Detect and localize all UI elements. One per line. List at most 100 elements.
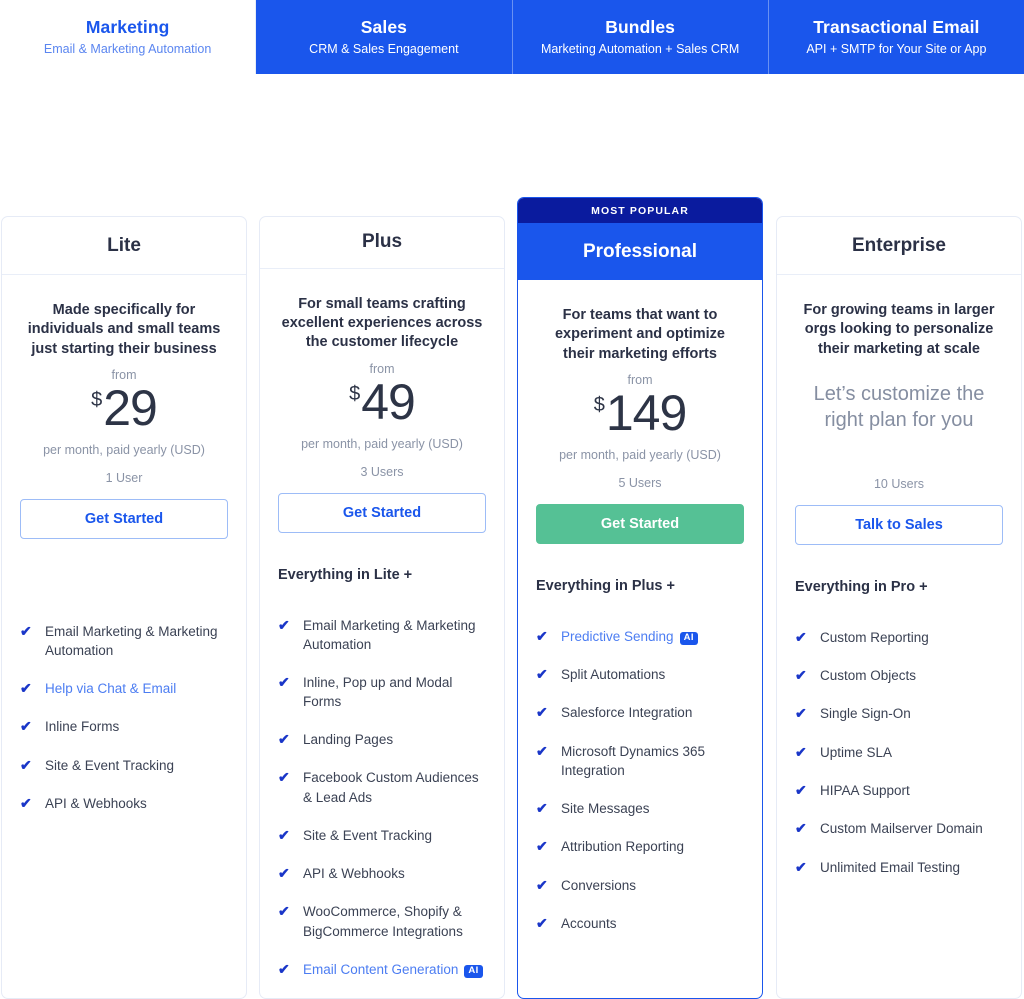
- card-body-enterprise: For growing teams in larger orgs looking…: [777, 275, 1021, 998]
- feature-label: Custom Reporting: [820, 629, 929, 645]
- user-count-enterprise: 10 Users: [873, 476, 925, 491]
- check-icon: ✔: [278, 960, 290, 977]
- feature-item: ✔ Split Automations: [536, 665, 744, 684]
- get-started-button-plus[interactable]: Get Started: [278, 492, 486, 533]
- get-started-button-lite[interactable]: Get Started: [20, 498, 228, 539]
- feature-label: Custom Objects: [820, 668, 917, 684]
- feature-label: HIPAA Support: [820, 783, 910, 799]
- user-count-plus: 3 Users: [360, 464, 404, 479]
- feature-label: Split Automations: [561, 667, 666, 683]
- talk-to-sales-button-enterprise[interactable]: Talk to Sales: [795, 504, 1003, 545]
- card-header-enterprise: Enterprise: [777, 217, 1021, 275]
- feature-label: Salesforce Integration: [561, 705, 693, 721]
- price-lite: $ 29: [20, 383, 228, 435]
- price-note-professional: per month, paid yearly (USD): [559, 447, 721, 462]
- check-icon: ✔: [20, 680, 32, 697]
- check-icon: ✔: [536, 704, 548, 721]
- price-amount-professional: 149: [605, 384, 687, 441]
- feature-label: API & Webhooks: [45, 796, 147, 812]
- check-icon: ✔: [536, 742, 548, 759]
- feature-label: Uptime SLA: [820, 744, 893, 760]
- plan-name-plus: Plus: [361, 231, 403, 253]
- feature-item[interactable]: ✔ Email Content Generation AI: [278, 960, 486, 979]
- custom-price-message-enterprise: Let’s customize the right plan for you: [813, 382, 985, 432]
- check-icon: ✔: [278, 769, 290, 786]
- feature-label: Site & Event Tracking: [303, 827, 433, 843]
- currency-symbol-lite: $: [91, 388, 103, 411]
- card-body-professional: For teams that want to experiment and op…: [518, 280, 762, 998]
- check-icon: ✔: [20, 756, 32, 773]
- check-icon: ✔: [20, 622, 32, 639]
- ai-badge: AI: [464, 964, 483, 979]
- tab-sales-title: Sales: [360, 17, 407, 38]
- check-icon: ✔: [278, 616, 290, 633]
- plan-tagline-professional: For teams that want to experiment and op…: [554, 307, 725, 362]
- feature-item[interactable]: ✔ Help via Chat & Email: [20, 679, 228, 698]
- feature-label: Facebook Custom Audiences & Lead Ads: [303, 770, 479, 805]
- check-icon: ✔: [536, 876, 548, 893]
- feature-item: ✔ API & Webhooks: [20, 794, 228, 813]
- feature-label: Landing Pages: [303, 732, 394, 748]
- check-icon: ✔: [795, 743, 807, 760]
- feature-item: ✔ Custom Reporting: [795, 628, 1003, 647]
- currency-symbol-professional: $: [593, 393, 605, 416]
- feature-label: Microsoft Dynamics 365 Integration: [561, 743, 706, 778]
- feature-label: Attribution Reporting: [561, 839, 685, 855]
- everything-in-professional: Everything in Plus +: [536, 577, 675, 594]
- tab-transactional-email-subtitle: API + SMTP for Your Site or App: [806, 41, 987, 56]
- feature-item: ✔ Inline, Pop up and Modal Forms: [278, 673, 486, 711]
- tab-marketing[interactable]: Marketing Email & Marketing Automation: [0, 0, 257, 74]
- price-professional: $ 149: [536, 388, 744, 440]
- feature-item: ✔ Attribution Reporting: [536, 837, 744, 856]
- feature-label: Email Marketing & Marketing Automation: [303, 617, 476, 652]
- feature-list-enterprise: ✔ Custom Reporting ✔ Custom Objects ✔ Single …: [795, 628, 1003, 896]
- check-icon: ✔: [795, 858, 807, 875]
- feature-label: Single Sign-On: [820, 706, 911, 722]
- plan-tagline-enterprise: For growing teams in larger orgs looking…: [803, 302, 995, 357]
- feature-list-professional: ✔ Predictive Sending AI ✔ Split Automations ✔…: [536, 627, 744, 953]
- feature-item: ✔ Conversions: [536, 876, 744, 895]
- feature-item: ✔ WooCommerce, Shopify & BigCommerce Inte…: [278, 902, 486, 940]
- feature-item: ✔ Landing Pages: [278, 730, 486, 749]
- check-icon: ✔: [536, 838, 548, 855]
- pricing-card-grid: Lite Made specifically for individuals a…: [0, 74, 1024, 999]
- feature-item: ✔ Custom Objects: [795, 666, 1003, 685]
- feature-item: ✔ Accounts: [536, 914, 744, 933]
- check-icon: ✔: [278, 826, 290, 843]
- tab-transactional-email-title: Transactional Email: [813, 17, 980, 38]
- user-count-professional: 5 Users: [618, 475, 662, 490]
- feature-item: ✔ Custom Mailserver Domain: [795, 819, 1003, 838]
- pricing-card-professional: MOST POPULAR Professional For teams that…: [517, 197, 763, 999]
- card-header-professional: Professional: [518, 223, 762, 280]
- currency-symbol-plus: $: [349, 382, 361, 405]
- feature-item: ✔ Unlimited Email Testing: [795, 858, 1003, 877]
- get-started-button-professional[interactable]: Get Started: [536, 503, 744, 544]
- feature-item: ✔ Site & Event Tracking: [20, 756, 228, 775]
- plan-tagline-lite: Made specifically for individuals and sm…: [27, 302, 221, 357]
- feature-label: Accounts: [561, 916, 617, 932]
- pricing-card-plus: Plus For small teams crafting excellent …: [259, 216, 505, 999]
- check-icon: ✔: [536, 627, 548, 644]
- feature-item: ✔ Uptime SLA: [795, 743, 1003, 762]
- tab-marketing-subtitle: Email & Marketing Automation: [43, 41, 212, 56]
- check-icon: ✔: [795, 782, 807, 799]
- price-note-plus: per month, paid yearly (USD): [301, 436, 463, 451]
- card-body-lite: Made specifically for individuals and sm…: [2, 275, 246, 998]
- check-icon: ✔: [278, 731, 290, 748]
- price-amount-plus: 49: [361, 373, 416, 430]
- feature-label: Predictive Sending AI: [561, 627, 744, 646]
- price-note-lite: per month, paid yearly (USD): [43, 442, 205, 457]
- feature-item: ✔ HIPAA Support: [795, 781, 1003, 800]
- plan-category-tabs: Marketing Email & Marketing Automation S…: [0, 0, 1024, 74]
- check-icon: ✔: [536, 666, 548, 683]
- tab-sales[interactable]: Sales CRM & Sales Engagement: [256, 0, 513, 74]
- feature-item[interactable]: ✔ Predictive Sending AI: [536, 627, 744, 646]
- check-icon: ✔: [278, 673, 290, 690]
- feature-label: Email Marketing & Marketing Automation: [45, 623, 218, 658]
- feature-label: WooCommerce, Shopify & BigCommerce Integ…: [303, 904, 463, 939]
- tab-bundles[interactable]: Bundles Marketing Automation + Sales CRM: [512, 0, 769, 74]
- card-body-plus: For small teams crafting excellent exper…: [260, 269, 504, 998]
- feature-item: ✔ Email Marketing & Marketing Automation: [278, 616, 486, 654]
- tab-transactional-email[interactable]: Transactional Email API + SMTP for Your …: [768, 0, 1024, 74]
- feature-label: API & Webhooks: [303, 866, 405, 882]
